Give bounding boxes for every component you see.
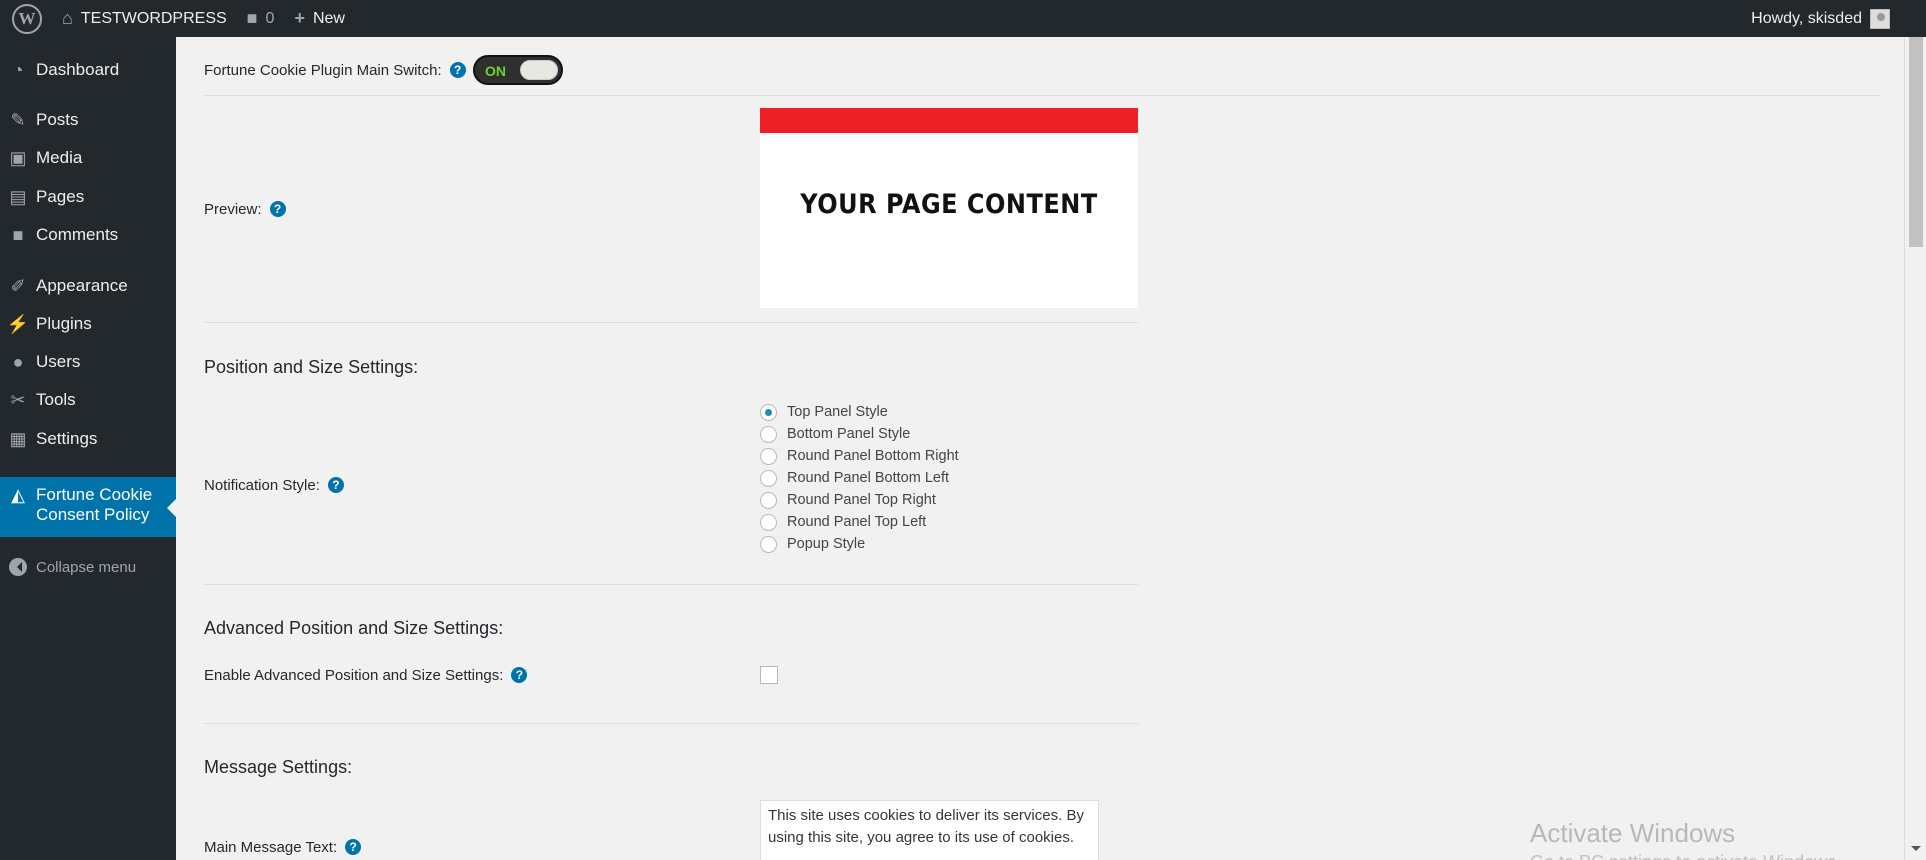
scrollbar-thumb[interactable] bbox=[1909, 37, 1923, 247]
notification-style-label: Notification Style: ? bbox=[204, 473, 344, 497]
wp-logo-button[interactable]: W bbox=[0, 0, 52, 37]
pushpin-icon: ✎ bbox=[10, 109, 26, 130]
sidebar-item-fortune-cookie-consent-policy[interactable]: ◭ Fortune Cookie Consent Policy bbox=[0, 477, 176, 537]
main-message-textarea[interactable]: This site uses cookies to deliver its se… bbox=[760, 800, 1099, 860]
my-account-link[interactable]: Howdy, skisded bbox=[1751, 0, 1890, 37]
radio-round-panel-top-left[interactable]: Round Panel Top Left bbox=[760, 511, 959, 533]
divider bbox=[204, 95, 1880, 96]
plugin-icon: ⚡ bbox=[6, 313, 30, 334]
greeting: Howdy, skisded bbox=[1751, 9, 1862, 27]
avatar bbox=[1870, 8, 1890, 29]
main-switch-label: Fortune Cookie Plugin Main Switch: ? bbox=[204, 58, 466, 82]
page-scrollbar[interactable] bbox=[1904, 37, 1926, 860]
settings-icon: ▦ bbox=[9, 428, 27, 449]
activate-windows-hint: Go to PC settings to activate Windows. bbox=[1530, 852, 1841, 860]
main-message-label: Main Message Text: ? bbox=[204, 835, 362, 859]
scroll-down-arrow-icon[interactable] bbox=[1911, 846, 1921, 856]
preview-page-content: YOUR PAGE CONTENT bbox=[800, 188, 1098, 220]
radio-button[interactable] bbox=[760, 535, 777, 553]
sidebar-item-appearance[interactable]: ✐ Appearance bbox=[0, 267, 176, 305]
sidebar-item-media[interactable]: ▣ Media bbox=[0, 139, 176, 177]
sidebar-item-settings[interactable]: ▦ Settings bbox=[0, 420, 176, 458]
radio-button[interactable] bbox=[760, 491, 777, 509]
toggle-knob bbox=[520, 60, 558, 80]
sidebar-item-pages[interactable]: ▤ Pages bbox=[0, 178, 176, 216]
enable-advanced-label: Enable Advanced Position and Size Settin… bbox=[204, 663, 528, 687]
new-content-link[interactable]: + New bbox=[284, 0, 355, 37]
notification-style-radio-group: Top Panel Style Bottom Panel Style Round… bbox=[760, 401, 959, 555]
main-switch-toggle[interactable]: ON bbox=[473, 55, 563, 85]
home-icon: ⌂ bbox=[62, 8, 73, 28]
plus-icon: + bbox=[294, 8, 305, 28]
radio-round-panel-bottom-left[interactable]: Round Panel Bottom Left bbox=[760, 467, 959, 489]
help-icon[interactable]: ? bbox=[345, 839, 362, 855]
main-content: Fortune Cookie Plugin Main Switch: ? ON … bbox=[176, 37, 1902, 860]
help-icon[interactable]: ? bbox=[449, 62, 466, 78]
comments-count: 0 bbox=[265, 9, 275, 27]
sidebar-item-posts[interactable]: ✎ Posts bbox=[0, 101, 176, 139]
radio-round-panel-top-right[interactable]: Round Panel Top Right bbox=[760, 489, 959, 511]
radio-button[interactable] bbox=[760, 469, 777, 487]
radio-button[interactable] bbox=[760, 447, 777, 465]
radio-button[interactable] bbox=[760, 403, 777, 421]
toggle-state: ON bbox=[485, 63, 506, 79]
collapse-menu-button[interactable]: Collapse menu bbox=[0, 548, 176, 586]
sidebar-item-comments[interactable]: ■ Comments bbox=[0, 216, 176, 254]
message-section-title: Message Settings: bbox=[204, 757, 353, 777]
fortune-cookie-icon: ◭ bbox=[11, 485, 25, 505]
radio-popup-style[interactable]: Popup Style bbox=[760, 533, 959, 555]
sidebar-item-plugins[interactable]: ⚡ Plugins bbox=[0, 305, 176, 343]
comments-link[interactable]: ■ 0 bbox=[237, 0, 285, 37]
activate-windows-watermark: Activate Windows bbox=[1530, 818, 1736, 848]
help-icon[interactable]: ? bbox=[269, 201, 286, 217]
enable-advanced-checkbox[interactable] bbox=[760, 666, 778, 684]
admin-sidebar: ◔ Dashboard ✎ Posts ▣ Media ▤ Pages ■ Co… bbox=[0, 37, 176, 860]
comment-icon: ■ bbox=[12, 224, 24, 245]
new-label: New bbox=[312, 9, 345, 27]
preview-box: YOUR PAGE CONTENT bbox=[760, 108, 1138, 308]
divider bbox=[204, 322, 1138, 323]
comment-bubble-icon: ■ bbox=[246, 8, 258, 28]
paintbrush-icon: ✐ bbox=[10, 275, 26, 296]
admin-bar: W ⌂ TESTWORDPRESS ■ 0 + New Howdy, skisd… bbox=[0, 0, 1926, 37]
site-name: TESTWORDPRESS bbox=[80, 9, 227, 27]
pages-icon: ▤ bbox=[9, 186, 27, 207]
dashboard-icon: ◔ bbox=[12, 59, 24, 80]
sidebar-item-tools[interactable]: ✂ Tools bbox=[0, 381, 176, 419]
preview-label: Preview: ? bbox=[204, 197, 286, 221]
site-name-link[interactable]: ⌂ TESTWORDPRESS bbox=[52, 0, 237, 37]
media-icon: ▣ bbox=[9, 147, 27, 168]
radio-top-panel-style[interactable]: Top Panel Style bbox=[760, 401, 959, 423]
radio-button[interactable] bbox=[760, 513, 777, 531]
wordpress-logo-icon: W bbox=[12, 3, 42, 34]
preview-top-panel bbox=[760, 108, 1138, 133]
radio-button[interactable] bbox=[760, 425, 777, 443]
collapse-arrow-icon bbox=[9, 558, 27, 576]
help-icon[interactable]: ? bbox=[511, 667, 528, 683]
sidebar-item-users[interactable]: ● Users bbox=[0, 343, 176, 381]
wrench-icon: ✂ bbox=[10, 389, 26, 410]
advanced-section-title: Advanced Position and Size Settings: bbox=[204, 618, 504, 638]
radio-round-panel-bottom-right[interactable]: Round Panel Bottom Right bbox=[760, 445, 959, 467]
sidebar-item-dashboard[interactable]: ◔ Dashboard bbox=[0, 51, 176, 89]
divider bbox=[204, 723, 1138, 724]
divider bbox=[204, 584, 1138, 585]
position-section-title: Position and Size Settings: bbox=[204, 357, 419, 377]
radio-bottom-panel-style[interactable]: Bottom Panel Style bbox=[760, 423, 959, 445]
user-icon: ● bbox=[12, 351, 24, 372]
help-icon[interactable]: ? bbox=[327, 477, 344, 493]
